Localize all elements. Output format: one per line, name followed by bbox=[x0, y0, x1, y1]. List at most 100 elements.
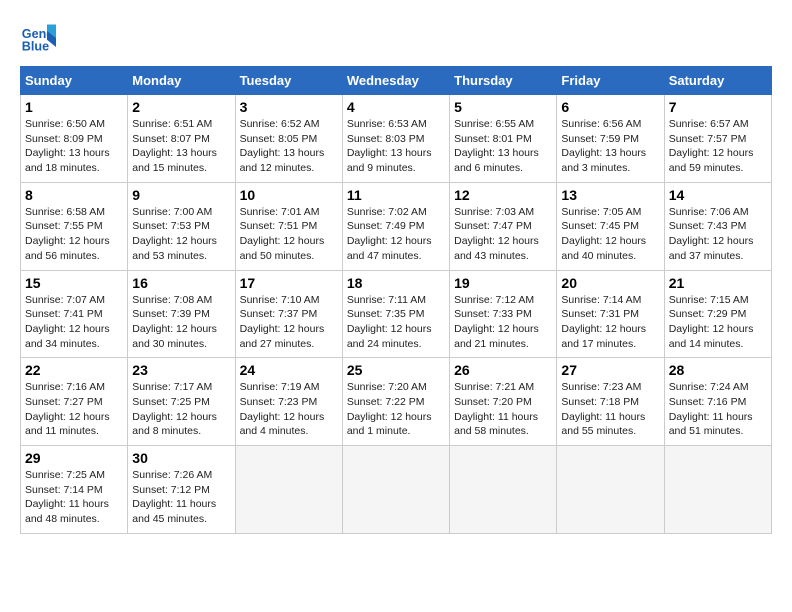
day-info: Sunrise: 7:11 AM Sunset: 7:35 PM Dayligh… bbox=[347, 293, 445, 352]
day-number: 14 bbox=[669, 187, 767, 203]
calendar-cell: 22 Sunrise: 7:16 AM Sunset: 7:27 PM Dayli… bbox=[21, 358, 128, 446]
day-number: 2 bbox=[132, 99, 230, 115]
day-number: 19 bbox=[454, 275, 552, 291]
logo: General Blue bbox=[20, 20, 60, 56]
calendar-cell: 28 Sunrise: 7:24 AM Sunset: 7:16 PM Dayli… bbox=[664, 358, 771, 446]
day-number: 26 bbox=[454, 362, 552, 378]
day-info: Sunrise: 6:50 AM Sunset: 8:09 PM Dayligh… bbox=[25, 117, 123, 176]
day-number: 4 bbox=[347, 99, 445, 115]
day-info: Sunrise: 7:16 AM Sunset: 7:27 PM Dayligh… bbox=[25, 380, 123, 439]
day-info: Sunrise: 7:21 AM Sunset: 7:20 PM Dayligh… bbox=[454, 380, 552, 439]
page-header: General Blue bbox=[20, 20, 772, 56]
day-info: Sunrise: 6:56 AM Sunset: 7:59 PM Dayligh… bbox=[561, 117, 659, 176]
day-info: Sunrise: 7:20 AM Sunset: 7:22 PM Dayligh… bbox=[347, 380, 445, 439]
calendar-cell: 1Sunrise: 6:50 AM Sunset: 8:09 PM Daylig… bbox=[21, 95, 128, 183]
calendar-cell bbox=[342, 446, 449, 534]
day-info: Sunrise: 6:53 AM Sunset: 8:03 PM Dayligh… bbox=[347, 117, 445, 176]
calendar-week-row: 22 Sunrise: 7:16 AM Sunset: 7:27 PM Dayli… bbox=[21, 358, 772, 446]
calendar-cell: 7 Sunrise: 6:57 AM Sunset: 7:57 PM Daylig… bbox=[664, 95, 771, 183]
calendar-cell: 21 Sunrise: 7:15 AM Sunset: 7:29 PM Dayli… bbox=[664, 270, 771, 358]
day-number: 22 bbox=[25, 362, 123, 378]
day-info: Sunrise: 7:07 AM Sunset: 7:41 PM Dayligh… bbox=[25, 293, 123, 352]
calendar-week-row: 1Sunrise: 6:50 AM Sunset: 8:09 PM Daylig… bbox=[21, 95, 772, 183]
day-number: 25 bbox=[347, 362, 445, 378]
calendar-cell bbox=[664, 446, 771, 534]
calendar-cell: 11 Sunrise: 7:02 AM Sunset: 7:49 PM Dayli… bbox=[342, 182, 449, 270]
calendar-cell: 30 Sunrise: 7:26 AM Sunset: 7:12 PM Dayli… bbox=[128, 446, 235, 534]
day-info: Sunrise: 7:23 AM Sunset: 7:18 PM Dayligh… bbox=[561, 380, 659, 439]
day-number: 17 bbox=[240, 275, 338, 291]
calendar-cell: 23Sunrise: 7:17 AM Sunset: 7:25 PM Dayli… bbox=[128, 358, 235, 446]
calendar-cell: 3 Sunrise: 6:52 AM Sunset: 8:05 PM Daylig… bbox=[235, 95, 342, 183]
day-info: Sunrise: 7:25 AM Sunset: 7:14 PM Dayligh… bbox=[25, 468, 123, 527]
day-number: 6 bbox=[561, 99, 659, 115]
day-info: Sunrise: 7:14 AM Sunset: 7:31 PM Dayligh… bbox=[561, 293, 659, 352]
calendar-cell: 4 Sunrise: 6:53 AM Sunset: 8:03 PM Daylig… bbox=[342, 95, 449, 183]
calendar-cell: 5 Sunrise: 6:55 AM Sunset: 8:01 PM Daylig… bbox=[450, 95, 557, 183]
calendar-cell: 29Sunrise: 7:25 AM Sunset: 7:14 PM Dayli… bbox=[21, 446, 128, 534]
calendar-cell: 19 Sunrise: 7:12 AM Sunset: 7:33 PM Dayli… bbox=[450, 270, 557, 358]
day-number: 16 bbox=[132, 275, 230, 291]
header-monday: Monday bbox=[128, 67, 235, 95]
day-number: 30 bbox=[132, 450, 230, 466]
day-number: 9 bbox=[132, 187, 230, 203]
calendar-cell: 6 Sunrise: 6:56 AM Sunset: 7:59 PM Daylig… bbox=[557, 95, 664, 183]
day-info: Sunrise: 6:58 AM Sunset: 7:55 PM Dayligh… bbox=[25, 205, 123, 264]
calendar-cell: 26 Sunrise: 7:21 AM Sunset: 7:20 PM Dayli… bbox=[450, 358, 557, 446]
day-info: Sunrise: 7:19 AM Sunset: 7:23 PM Dayligh… bbox=[240, 380, 338, 439]
day-info: Sunrise: 6:57 AM Sunset: 7:57 PM Dayligh… bbox=[669, 117, 767, 176]
day-number: 7 bbox=[669, 99, 767, 115]
day-info: Sunrise: 7:05 AM Sunset: 7:45 PM Dayligh… bbox=[561, 205, 659, 264]
calendar-week-row: 29Sunrise: 7:25 AM Sunset: 7:14 PM Dayli… bbox=[21, 446, 772, 534]
day-number: 3 bbox=[240, 99, 338, 115]
day-info: Sunrise: 7:08 AM Sunset: 7:39 PM Dayligh… bbox=[132, 293, 230, 352]
calendar-cell: 27Sunrise: 7:23 AM Sunset: 7:18 PM Dayli… bbox=[557, 358, 664, 446]
day-number: 8 bbox=[25, 187, 123, 203]
day-info: Sunrise: 7:26 AM Sunset: 7:12 PM Dayligh… bbox=[132, 468, 230, 527]
calendar-cell: 16 Sunrise: 7:08 AM Sunset: 7:39 PM Dayli… bbox=[128, 270, 235, 358]
day-number: 18 bbox=[347, 275, 445, 291]
header-tuesday: Tuesday bbox=[235, 67, 342, 95]
day-info: Sunrise: 7:00 AM Sunset: 7:53 PM Dayligh… bbox=[132, 205, 230, 264]
day-info: Sunrise: 7:12 AM Sunset: 7:33 PM Dayligh… bbox=[454, 293, 552, 352]
day-number: 10 bbox=[240, 187, 338, 203]
day-info: Sunrise: 6:52 AM Sunset: 8:05 PM Dayligh… bbox=[240, 117, 338, 176]
day-info: Sunrise: 7:15 AM Sunset: 7:29 PM Dayligh… bbox=[669, 293, 767, 352]
calendar-cell: 24 Sunrise: 7:19 AM Sunset: 7:23 PM Dayli… bbox=[235, 358, 342, 446]
day-info: Sunrise: 6:55 AM Sunset: 8:01 PM Dayligh… bbox=[454, 117, 552, 176]
calendar-cell: 15 Sunrise: 7:07 AM Sunset: 7:41 PM Dayli… bbox=[21, 270, 128, 358]
day-number: 28 bbox=[669, 362, 767, 378]
calendar-cell: 10 Sunrise: 7:01 AM Sunset: 7:51 PM Dayli… bbox=[235, 182, 342, 270]
calendar-cell bbox=[235, 446, 342, 534]
day-number: 21 bbox=[669, 275, 767, 291]
header-sunday: Sunday bbox=[21, 67, 128, 95]
svg-text:Blue: Blue bbox=[22, 40, 49, 54]
calendar-week-row: 15 Sunrise: 7:07 AM Sunset: 7:41 PM Dayli… bbox=[21, 270, 772, 358]
logo-icon: General Blue bbox=[20, 20, 56, 56]
day-info: Sunrise: 7:17 AM Sunset: 7:25 PM Dayligh… bbox=[132, 380, 230, 439]
calendar-week-row: 8 Sunrise: 6:58 AM Sunset: 7:55 PM Daylig… bbox=[21, 182, 772, 270]
calendar-cell: 9 Sunrise: 7:00 AM Sunset: 7:53 PM Daylig… bbox=[128, 182, 235, 270]
calendar-cell: 25 Sunrise: 7:20 AM Sunset: 7:22 PM Dayli… bbox=[342, 358, 449, 446]
day-number: 13 bbox=[561, 187, 659, 203]
calendar-cell: 18 Sunrise: 7:11 AM Sunset: 7:35 PM Dayli… bbox=[342, 270, 449, 358]
header-thursday: Thursday bbox=[450, 67, 557, 95]
calendar-table: SundayMondayTuesdayWednesdayThursdayFrid… bbox=[20, 66, 772, 534]
calendar-cell: 17 Sunrise: 7:10 AM Sunset: 7:37 PM Dayli… bbox=[235, 270, 342, 358]
day-number: 15 bbox=[25, 275, 123, 291]
day-info: Sunrise: 7:24 AM Sunset: 7:16 PM Dayligh… bbox=[669, 380, 767, 439]
day-number: 24 bbox=[240, 362, 338, 378]
day-info: Sunrise: 7:03 AM Sunset: 7:47 PM Dayligh… bbox=[454, 205, 552, 264]
day-info: Sunrise: 7:01 AM Sunset: 7:51 PM Dayligh… bbox=[240, 205, 338, 264]
calendar-cell: 20Sunrise: 7:14 AM Sunset: 7:31 PM Dayli… bbox=[557, 270, 664, 358]
day-number: 11 bbox=[347, 187, 445, 203]
calendar-cell: 2Sunrise: 6:51 AM Sunset: 8:07 PM Daylig… bbox=[128, 95, 235, 183]
calendar-header-row: SundayMondayTuesdayWednesdayThursdayFrid… bbox=[21, 67, 772, 95]
day-info: Sunrise: 7:02 AM Sunset: 7:49 PM Dayligh… bbox=[347, 205, 445, 264]
day-number: 5 bbox=[454, 99, 552, 115]
calendar-cell: 13 Sunrise: 7:05 AM Sunset: 7:45 PM Dayli… bbox=[557, 182, 664, 270]
day-info: Sunrise: 7:10 AM Sunset: 7:37 PM Dayligh… bbox=[240, 293, 338, 352]
calendar-cell bbox=[450, 446, 557, 534]
day-info: Sunrise: 7:06 AM Sunset: 7:43 PM Dayligh… bbox=[669, 205, 767, 264]
calendar-cell: 12Sunrise: 7:03 AM Sunset: 7:47 PM Dayli… bbox=[450, 182, 557, 270]
